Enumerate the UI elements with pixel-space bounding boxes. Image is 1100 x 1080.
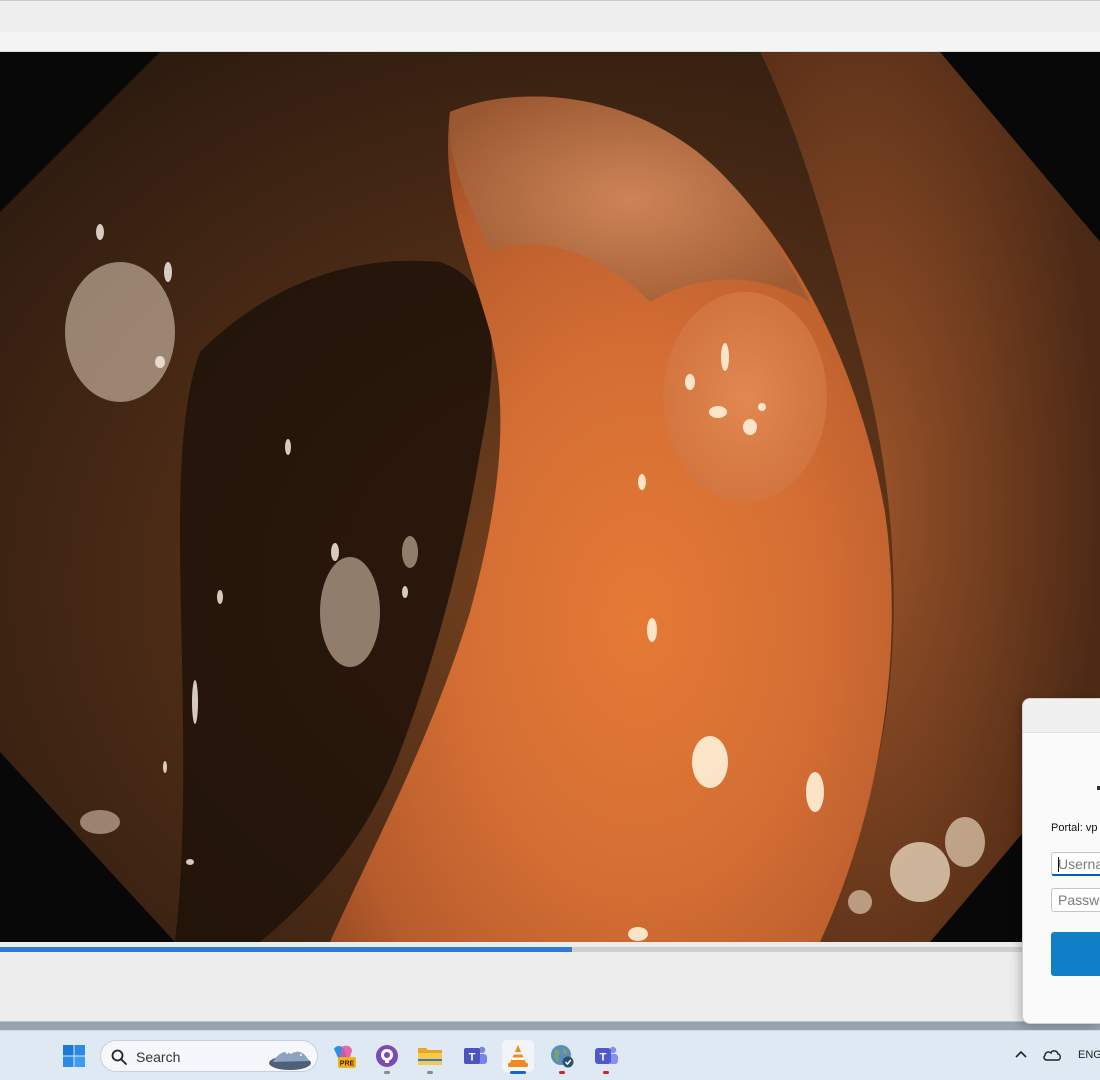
svg-text:PRE: PRE — [340, 1061, 355, 1068]
taskbar-search[interactable]: Search — [100, 1040, 318, 1072]
search-label: Search — [136, 1049, 181, 1065]
github-icon — [376, 1045, 398, 1067]
vpn-login-dialog: Portal: vp — [1022, 698, 1100, 1024]
seek-progress — [0, 947, 572, 952]
search-highlight-icon — [269, 1050, 311, 1070]
endoscopy-video-image — [0, 52, 1100, 942]
vpn-globe-icon — [551, 1045, 574, 1068]
svg-text:T: T — [469, 1052, 476, 1064]
running-indicator — [384, 1071, 390, 1074]
taskbar-vpn-client[interactable] — [546, 1040, 578, 1074]
attention-indicator — [603, 1071, 609, 1074]
desktop-screen: Portal: vp Search — [0, 0, 1100, 1080]
input-language-indicator[interactable]: ENG — [1078, 1049, 1100, 1061]
seek-bar[interactable] — [0, 942, 1100, 956]
file-explorer-icon — [418, 1048, 442, 1065]
chevron-up-icon[interactable] — [1012, 1046, 1030, 1064]
video-frame[interactable] — [0, 52, 1100, 942]
text-caret — [1058, 857, 1059, 872]
dialog-title-bar[interactable] — [1023, 699, 1100, 733]
taskbar-teams[interactable]: T — [590, 1040, 622, 1074]
portal-label: Portal: vp — [1051, 822, 1098, 834]
player-controls-bar[interactable] — [0, 956, 1100, 1022]
search-icon — [111, 1049, 127, 1065]
onedrive-cloud-icon[interactable] — [1042, 1046, 1062, 1064]
attention-indicator — [559, 1071, 565, 1074]
password-input[interactable] — [1051, 888, 1100, 912]
copilot-pre-icon: PRE — [334, 1045, 356, 1068]
connect-button[interactable] — [1051, 932, 1100, 976]
taskbar-file-explorer[interactable] — [414, 1040, 446, 1074]
taskbar-teams-classic[interactable]: T — [459, 1040, 491, 1072]
start-button[interactable] — [58, 1040, 90, 1072]
active-window-indicator — [510, 1071, 526, 1074]
running-indicator — [427, 1071, 433, 1074]
background-window-strip — [0, 1022, 1100, 1030]
taskbar-github[interactable] — [371, 1040, 403, 1074]
taskbar-copilot[interactable]: PRE — [327, 1040, 359, 1072]
player-title-bar[interactable] — [0, 0, 1100, 32]
seek-track[interactable] — [0, 947, 1100, 952]
svg-text:T: T — [600, 1052, 607, 1064]
player-menu-bar[interactable] — [0, 32, 1100, 52]
vlc-icon — [508, 1045, 528, 1067]
windows-start-icon — [63, 1045, 85, 1067]
teams-icon: T — [595, 1046, 618, 1064]
taskbar-vlc[interactable] — [502, 1040, 534, 1074]
teams-classic-icon: T — [464, 1046, 487, 1064]
